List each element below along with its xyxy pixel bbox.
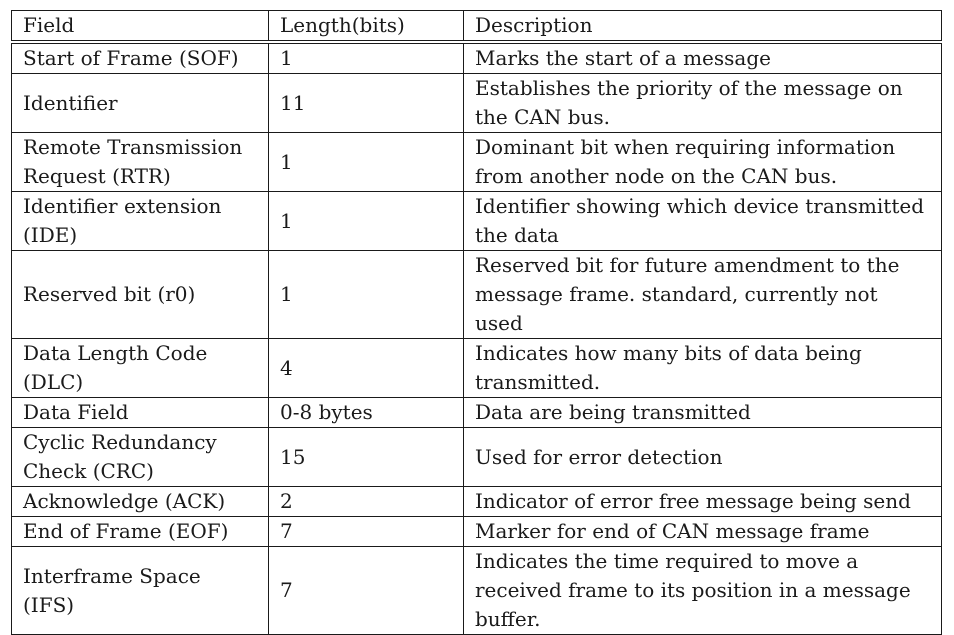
field-cell: Identifier extension (IDE) <box>11 191 269 251</box>
header-row: Field Length(bits) Description <box>11 10 942 44</box>
field-cell: Start of Frame (SOF) <box>11 41 269 74</box>
table-row: Data Field 0-8 bytes Data are being tran… <box>11 397 942 428</box>
length-cell: 7 <box>268 546 464 635</box>
length-cell: 7 <box>268 516 464 547</box>
table-row: End of Frame (EOF) 7 Marker for end of C… <box>11 516 942 547</box>
length-cell: 11 <box>268 73 464 133</box>
field-cell: Identifier <box>11 73 269 133</box>
description-cell: Establishes the priority of the message … <box>463 73 942 133</box>
table-row: Identifier 11 Establishes the priority o… <box>11 73 942 133</box>
field-cell: Interframe Space (IFS) <box>11 546 269 635</box>
header-description: Description <box>463 10 942 44</box>
field-cell: Data Length Code (DLC) <box>11 338 269 398</box>
description-cell: Marker for end of CAN message frame <box>463 516 942 547</box>
description-cell: Identifier showing which device transmit… <box>463 191 942 251</box>
length-cell: 1 <box>268 191 464 251</box>
table-row: Start of Frame (SOF) 1 Marks the start o… <box>11 41 942 74</box>
description-cell: Reserved bit for future amendment to the… <box>463 250 942 339</box>
description-cell: Marks the start of a message <box>463 41 942 74</box>
description-cell: Indicates how many bits of data being tr… <box>463 338 942 398</box>
field-cell: Remote Transmission Request (RTR) <box>11 132 269 192</box>
field-cell: Acknowledge (ACK) <box>11 486 269 517</box>
length-cell: 1 <box>268 132 464 192</box>
length-cell: 15 <box>268 427 464 487</box>
description-cell: Dominant bit when requiring information … <box>463 132 942 192</box>
table-row: Identifier extension (IDE) 1 Identifier … <box>11 191 942 251</box>
length-cell: 1 <box>268 41 464 74</box>
header-length: Length(bits) <box>268 10 464 44</box>
table-row: Cyclic Redundancy Check (CRC) 15 Used fo… <box>11 427 942 487</box>
description-cell: Data are being transmitted <box>463 397 942 428</box>
length-cell: 0-8 bytes <box>268 397 464 428</box>
table-row: Interframe Space (IFS) 7 Indicates the t… <box>11 546 942 635</box>
length-cell: 4 <box>268 338 464 398</box>
field-cell: End of Frame (EOF) <box>11 516 269 547</box>
field-cell: Cyclic Redundancy Check (CRC) <box>11 427 269 487</box>
field-cell: Data Field <box>11 397 269 428</box>
description-cell: Indicates the time required to move a re… <box>463 546 942 635</box>
can-frame-fields-table: Field Length(bits) Description Start of … <box>11 10 942 635</box>
table-row: Reserved bit (r0) 1 Reserved bit for fut… <box>11 250 942 339</box>
length-cell: 1 <box>268 250 464 339</box>
header-field: Field <box>11 10 269 44</box>
table-row: Acknowledge (ACK) 2 Indicator of error f… <box>11 486 942 517</box>
table-row: Data Length Code (DLC) 4 Indicates how m… <box>11 338 942 398</box>
description-cell: Used for error detection <box>463 427 942 487</box>
length-cell: 2 <box>268 486 464 517</box>
description-cell: Indicator of error free message being se… <box>463 486 942 517</box>
field-cell: Reserved bit (r0) <box>11 250 269 339</box>
table-row: Remote Transmission Request (RTR) 1 Domi… <box>11 132 942 192</box>
